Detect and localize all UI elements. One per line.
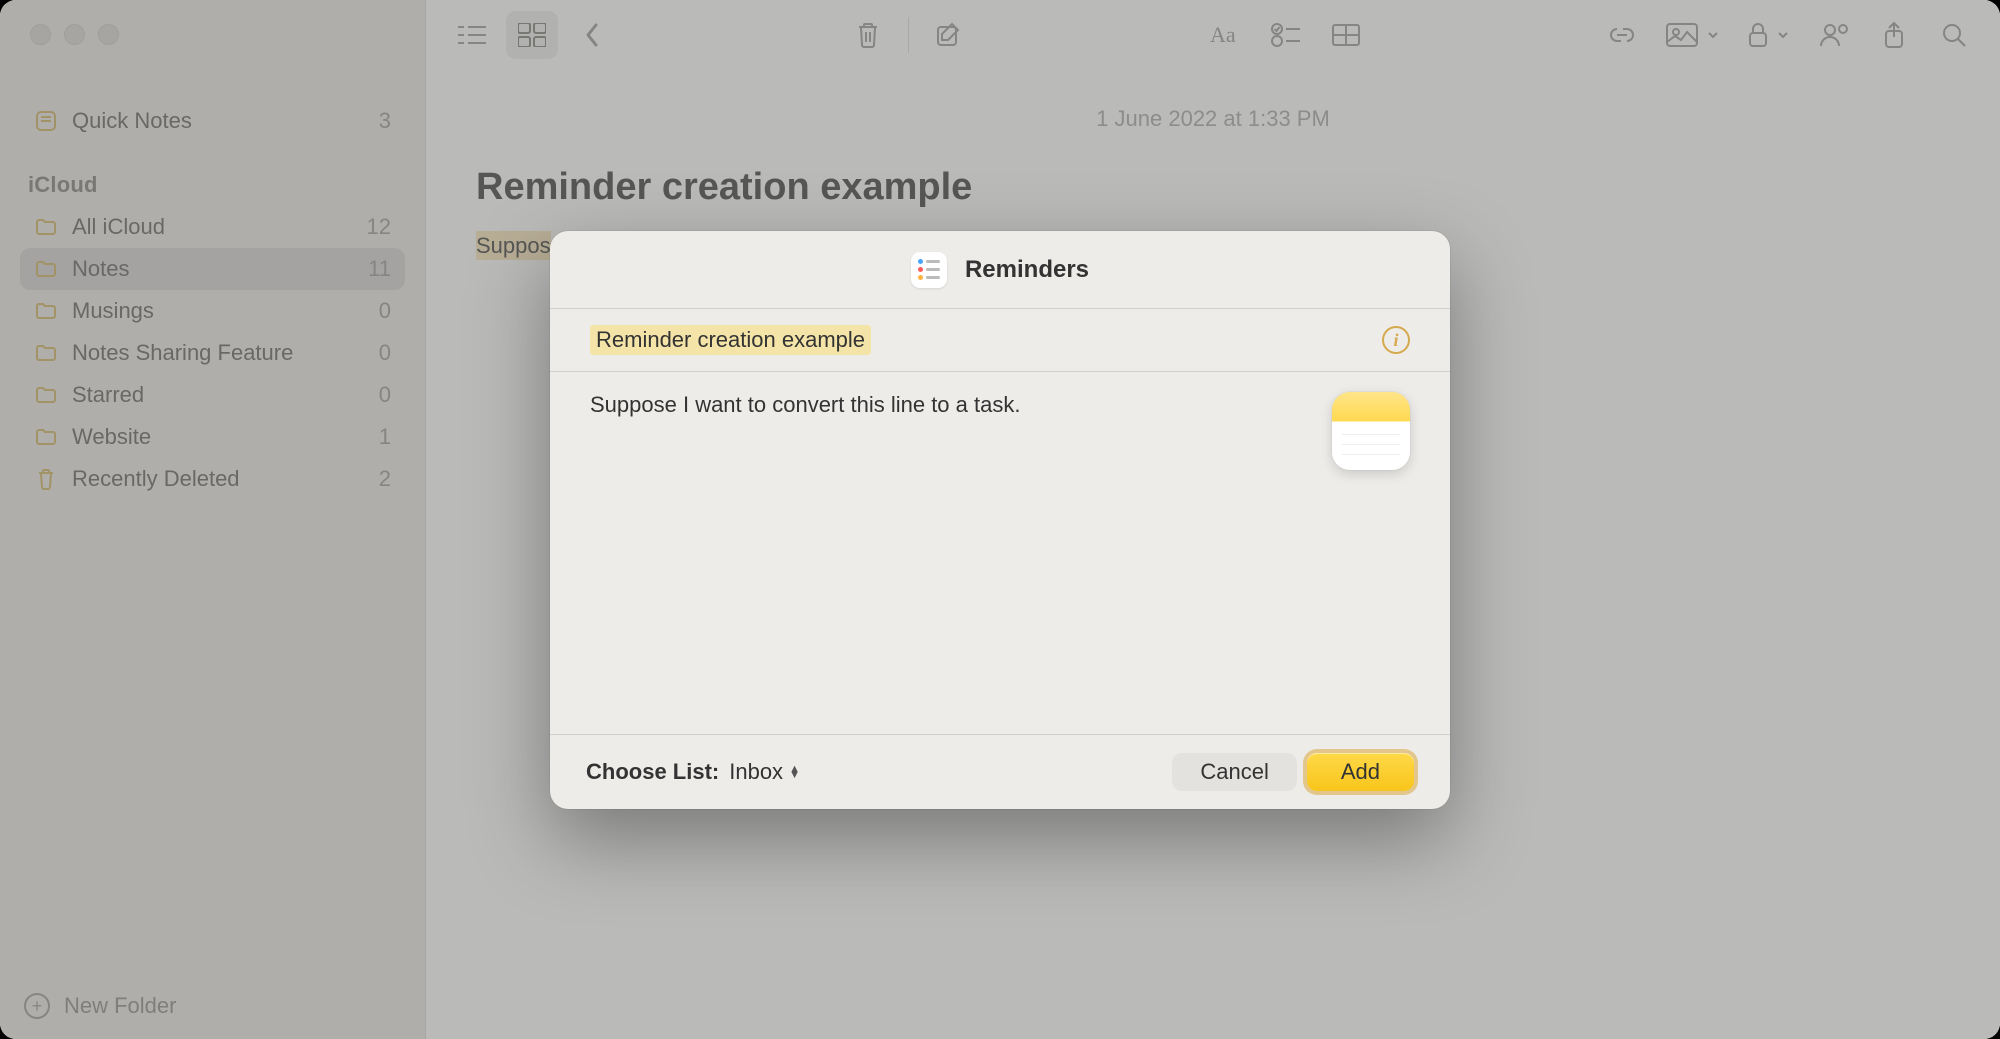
reminder-title-input[interactable]: Reminder creation example [590, 325, 871, 355]
sheet-body: Suppose I want to convert this line to a… [550, 372, 1450, 734]
sheet-header: Reminders [550, 231, 1450, 309]
sheet-footer: Choose List: Inbox ▲▼ Cancel Add [550, 734, 1450, 809]
notes-app-icon [1332, 392, 1410, 470]
choose-list-value: Inbox [729, 759, 783, 785]
sheet-title: Reminders [965, 256, 1089, 284]
reminder-notes-text[interactable]: Suppose I want to convert this line to a… [590, 392, 1410, 418]
notes-window: Quick Notes 3 iCloud All iCloud 12 Notes… [0, 0, 2000, 1039]
add-button[interactable]: Add [1307, 753, 1414, 791]
reminders-sheet: Reminders Reminder creation example i Su… [550, 231, 1450, 809]
reminders-app-icon [911, 252, 947, 288]
choose-list-label: Choose List: [586, 759, 719, 785]
reminder-title-row: Reminder creation example i [550, 309, 1450, 372]
cancel-button[interactable]: Cancel [1172, 753, 1296, 791]
choose-list-popup[interactable]: Inbox ▲▼ [729, 759, 800, 785]
info-icon[interactable]: i [1382, 326, 1410, 354]
chevron-updown-icon: ▲▼ [789, 766, 800, 778]
